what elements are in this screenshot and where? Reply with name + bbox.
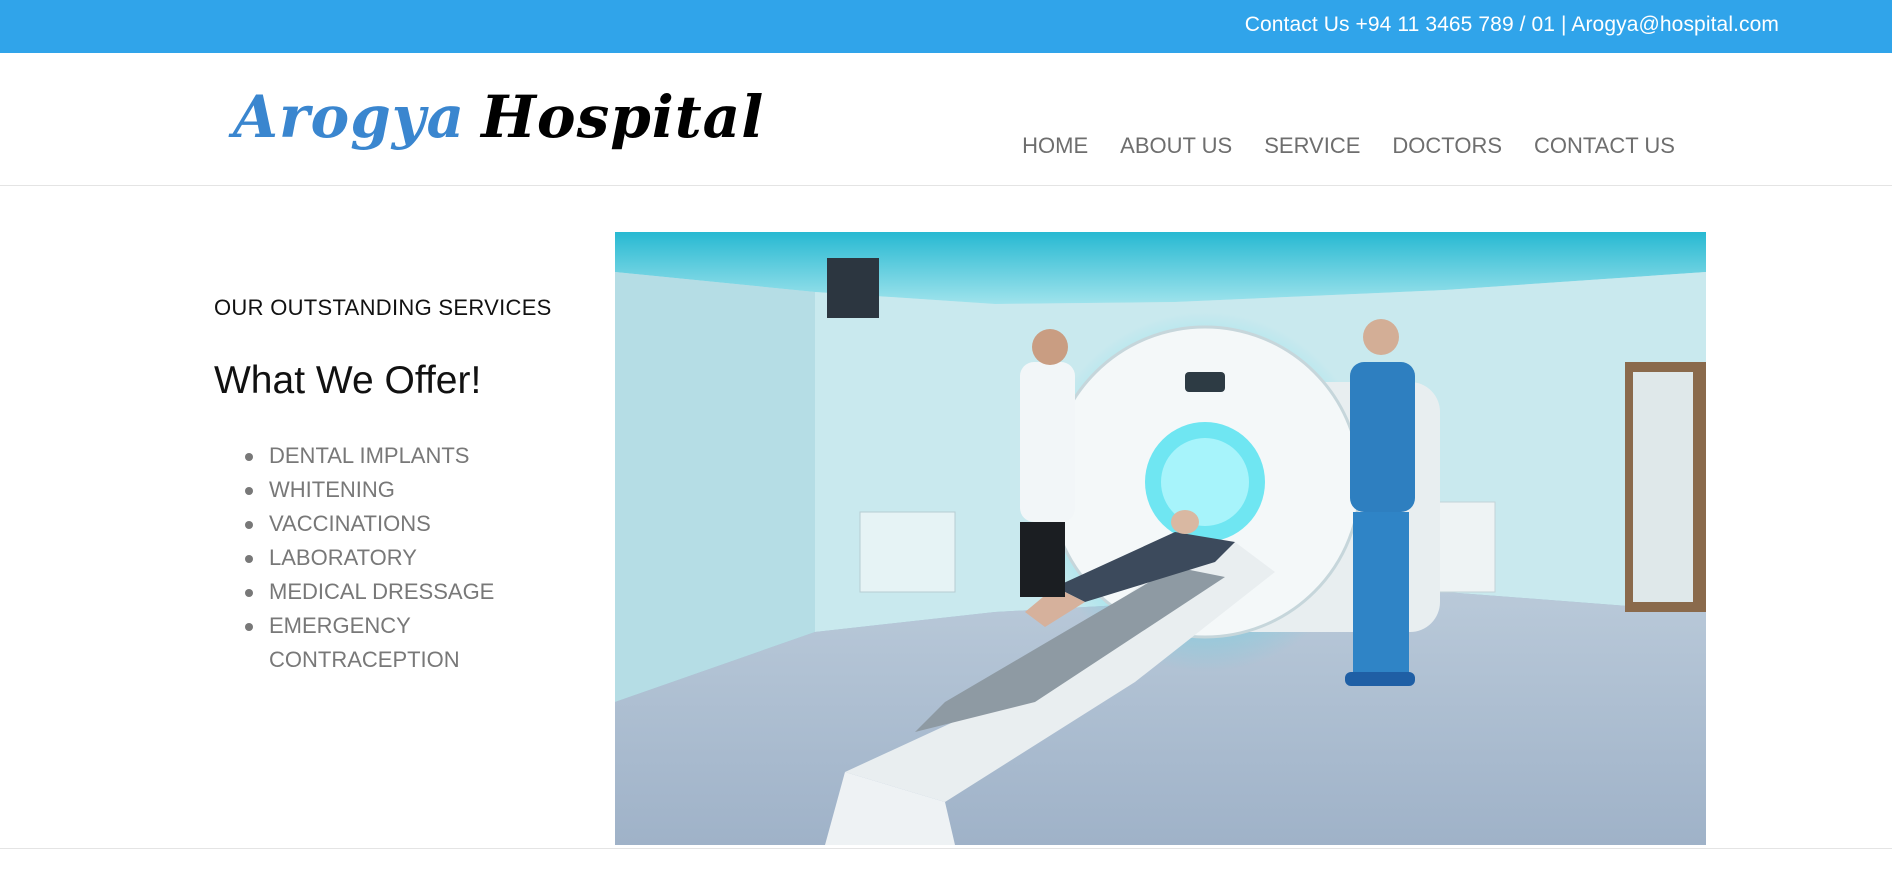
service-item-laboratory: LABORATORY (245, 541, 574, 575)
nav-contact-us[interactable]: CONTACT US (1534, 133, 1675, 159)
services-section: OUR OUTSTANDING SERVICES What We Offer! … (0, 187, 1892, 849)
services-list: DENTAL IMPLANTS WHITENING VACCINATIONS L… (214, 439, 574, 677)
nav-home[interactable]: HOME (1022, 133, 1088, 159)
site-header: Arogya Hospital HOME ABOUT US SERVICE DOC… (0, 53, 1892, 186)
nav-doctors[interactable]: DOCTORS (1392, 133, 1502, 159)
section-headline: What We Offer! (214, 359, 482, 402)
service-item-medical-dressage: MEDICAL DRESSAGE (245, 575, 574, 609)
section-eyebrow: OUR OUTSTANDING SERVICES (214, 295, 552, 320)
nav-about-us[interactable]: ABOUT US (1120, 133, 1232, 159)
mri-illustration (615, 232, 1706, 845)
top-contact-bar: Contact Us +94 11 3465 789 / 01 | Arogya… (0, 0, 1892, 53)
logo-word-hospital: Hospital (481, 83, 765, 151)
service-item-emergency-contraception: EMERGENCY CONTRACEPTION (245, 609, 574, 677)
logo-word-arogya: Arogya (233, 83, 466, 151)
service-item-dental-implants: DENTAL IMPLANTS (245, 439, 574, 473)
service-item-whitening: WHITENING (245, 473, 574, 507)
site-logo[interactable]: Arogya Hospital (233, 83, 764, 151)
mri-room-photo (615, 232, 1706, 845)
services-text-block: OUR OUTSTANDING SERVICES What We Offer! … (214, 295, 574, 677)
nav-service[interactable]: SERVICE (1264, 133, 1360, 159)
contact-info: Contact Us +94 11 3465 789 / 01 | Arogya… (1244, 13, 1779, 36)
main-nav: HOME ABOUT US SERVICE DOCTORS CONTACT US (1022, 133, 1675, 159)
service-item-vaccinations: VACCINATIONS (245, 507, 574, 541)
